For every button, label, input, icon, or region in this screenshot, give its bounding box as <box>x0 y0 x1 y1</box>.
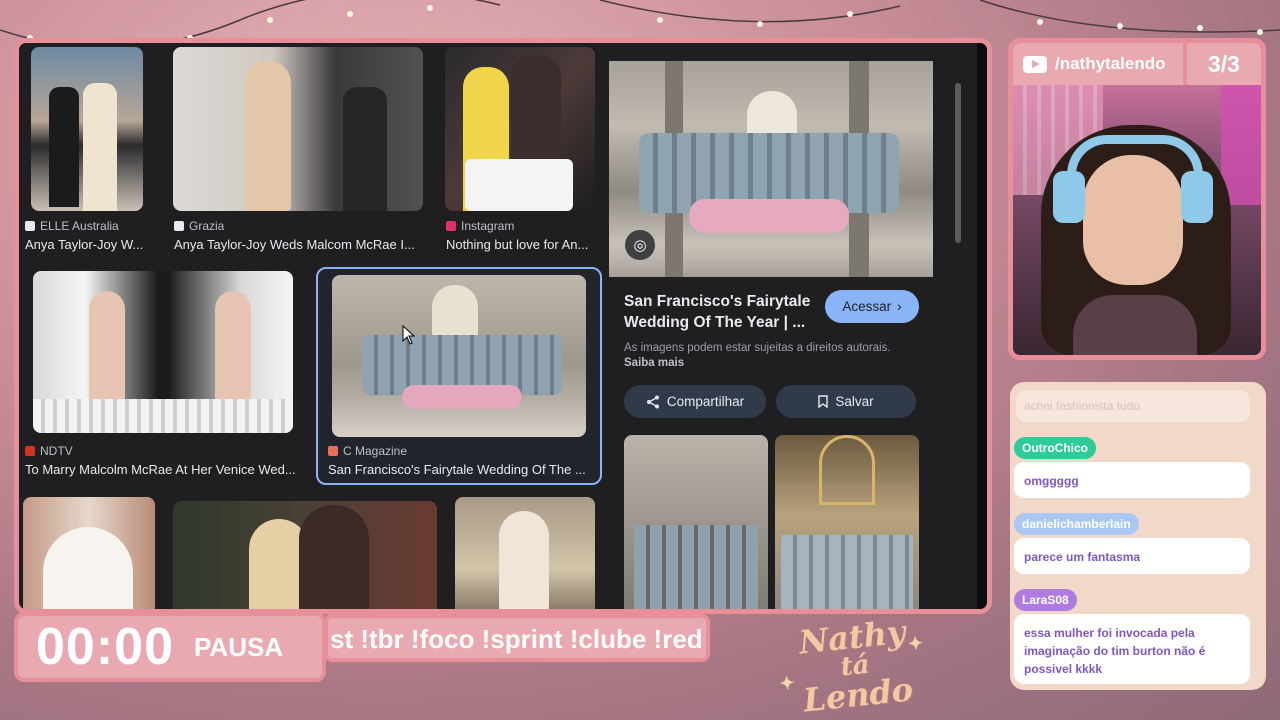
instagram-favicon-icon <box>446 221 456 231</box>
related-image-2[interactable] <box>775 435 919 609</box>
share-icon <box>646 395 659 408</box>
image-result-source-1: ELLE Australia <box>25 219 119 233</box>
youtube-icon <box>1023 55 1047 73</box>
image-result-thumb-2[interactable] <box>173 47 423 211</box>
webcam-video <box>1013 85 1261 355</box>
image-result-title-5[interactable]: San Francisco's Fairytale Wedding Of The… <box>328 462 594 477</box>
webcam-header: /nathytalendo 3/3 <box>1013 43 1261 85</box>
bookmark-icon <box>818 395 829 408</box>
visit-button[interactable]: Acessar › <box>825 290 919 323</box>
chevron-right-icon: › <box>897 299 902 314</box>
image-result-thumb-6[interactable] <box>23 497 155 609</box>
chat-username: OutroChico <box>1014 437 1096 459</box>
copyright-notice: As imagens podem estar sujeitas a direit… <box>624 341 924 371</box>
webcam-frame: /nathytalendo 3/3 <box>1008 38 1266 360</box>
image-result-title-3[interactable]: Nothing but love for An... <box>446 237 596 252</box>
mouse-cursor-icon <box>402 325 415 345</box>
detail-preview-image[interactable] <box>609 61 933 277</box>
learn-more-link[interactable]: Saiba mais <box>624 357 684 369</box>
page-scrollbar-track[interactable] <box>977 43 987 609</box>
chat-username: LaraS08 <box>1014 589 1077 611</box>
commands-ticker: st !tbr !foco !sprint !clube !red <box>324 614 710 662</box>
image-result-thumb-5[interactable] <box>332 275 586 437</box>
chat-message: parece um fantasma <box>1014 538 1250 574</box>
grazia-favicon-icon <box>174 221 184 231</box>
visit-button-label: Acessar <box>842 299 892 314</box>
image-result-source-4: NDTV <box>25 444 73 458</box>
commands-ticker-text: st !tbr !foco !sprint !clube !red <box>330 624 703 654</box>
image-result-title-2[interactable]: Anya Taylor-Joy Weds Malcom McRae I... <box>174 237 424 252</box>
channel-handle: /nathytalendo <box>1013 43 1187 85</box>
timer-value: 00:00 <box>36 618 174 676</box>
channel-logo: ✦ ✦ Nathy tá Lendo <box>776 612 935 720</box>
image-result-source-2: Grazia <box>174 219 224 233</box>
image-result-thumb-7[interactable] <box>173 501 437 609</box>
image-result-thumb-4[interactable] <box>33 271 293 433</box>
timer-state: PAUSA <box>194 631 284 662</box>
google-lens-icon[interactable]: ◎ <box>625 230 655 260</box>
image-result-source-5: C Magazine <box>328 444 407 458</box>
chat-panel: achei fashionista tudo OutroChico omgggg… <box>1010 382 1266 690</box>
cmagazine-favicon-icon <box>328 446 338 456</box>
elle-favicon-icon <box>25 221 35 231</box>
channel-handle-text: /nathytalendo <box>1055 54 1166 73</box>
related-image-1[interactable] <box>624 435 768 609</box>
image-result-title-4[interactable]: To Marry Malcolm McRae At Her Venice Wed… <box>25 462 311 477</box>
image-result-thumb-3[interactable] <box>445 47 595 211</box>
image-result-source-3: Instagram <box>446 219 514 233</box>
detail-title[interactable]: San Francisco's Fairytale Wedding Of The… <box>624 291 824 333</box>
book-counter: 3/3 <box>1208 50 1240 77</box>
copyright-text: As imagens podem estar sujeitas a direit… <box>624 342 891 354</box>
ndtv-favicon-icon <box>25 446 35 456</box>
share-button[interactable]: Compartilhar <box>624 385 766 418</box>
image-result-thumb-1[interactable] <box>31 47 143 211</box>
share-button-label: Compartilhar <box>666 394 745 409</box>
pomodoro-timer: 00:00 PAUSA <box>14 612 326 682</box>
chat-message-faded: achei fashionista tudo <box>1016 390 1250 422</box>
chat-username: danielichamberlain <box>1014 513 1139 535</box>
chat-message: omggggg <box>1014 462 1250 498</box>
results-scrollbar[interactable] <box>955 83 961 243</box>
image-result-title-1[interactable]: Anya Taylor-Joy W... <box>25 237 155 252</box>
chat-message: essa mulher foi invocada pela imaginação… <box>1014 614 1250 684</box>
image-result-thumb-8[interactable] <box>455 497 595 609</box>
save-button[interactable]: Salvar <box>776 385 916 418</box>
browser-window: ELLE Australia Anya Taylor-Joy W... Graz… <box>14 38 992 614</box>
save-button-label: Salvar <box>835 394 874 409</box>
